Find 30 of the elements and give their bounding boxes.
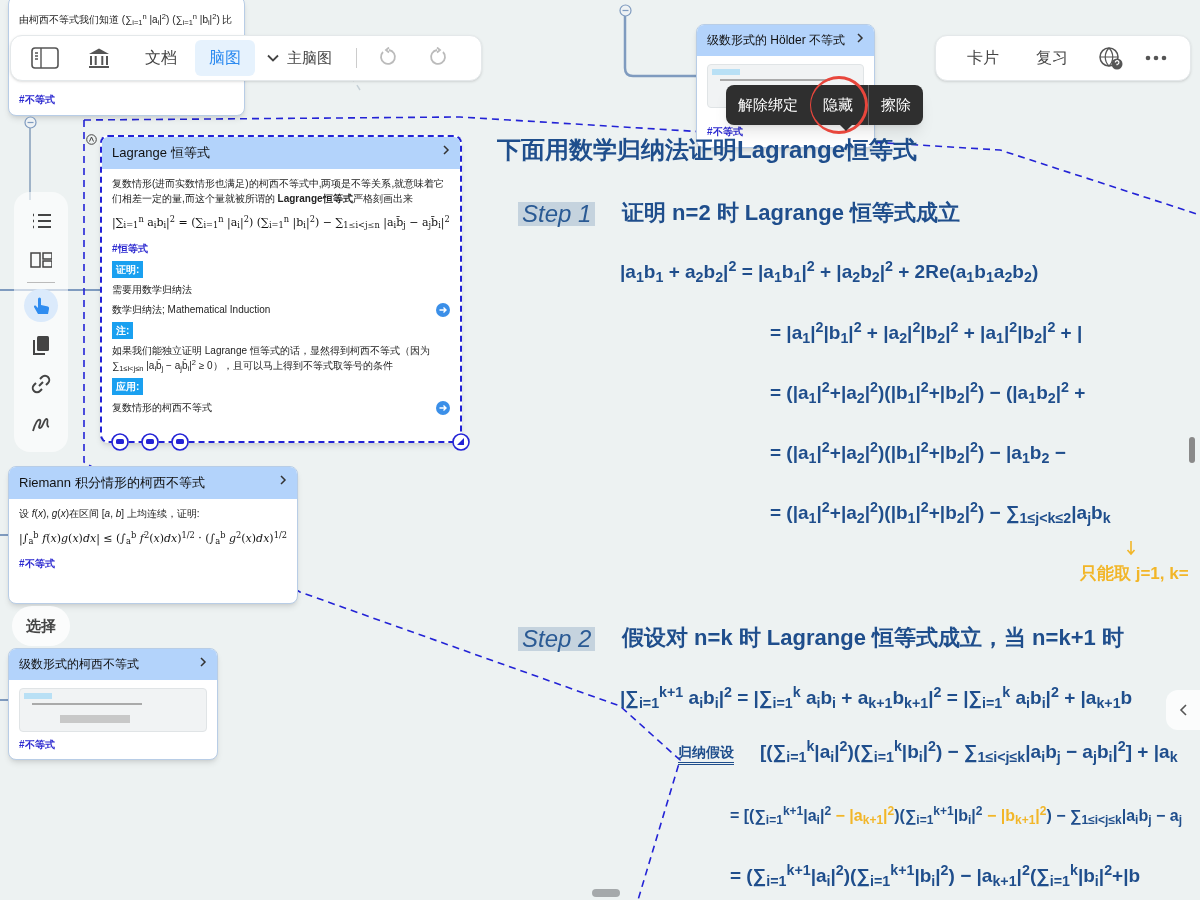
handwritten-formula: = |a$_{1}$|$^{2}$|b$_{1}$|$^{2}$ + |a$_{2}$|$^{2}$|b$_{2}$|$^{2}$ + |a$_{1}$|$^{2}$|b$_{2}$|$^{2}$ + | (770, 323, 1083, 342)
handwritten-note: 只能取 j=1, k= (1080, 565, 1189, 582)
handwritten-formula: = (|a$_{1}$|$^{2}$+|a$_{2}$|$^{2}$)(|b$_{1}$|$^{2}$+|b$_{2}$|$^{2}$) − |a$_{1}$b$_{2}$ − (770, 443, 1066, 462)
tool-tooltip: 选择 (12, 606, 70, 646)
card-title: Lagrange 恒等式 (112, 145, 210, 162)
card-title: 级数形式的柯西不等式 (19, 657, 139, 672)
handwritten-formula: = (|a$_{1}$|$^{2}$+|a$_{2}$|$^{2}$)(|b$_{1}$|$^{2}$+|b$_{2}$|$^{2}$) − (|a$_{1}$b$_{2}$|$^{2}$ + (770, 383, 1086, 402)
card-paragraph: 需要用数学归纳法 (112, 282, 193, 297)
step-label: Step 1 (518, 202, 596, 226)
card-paragraph: 复数情形(进而实数情形也满足)的柯西不等式中,两项是不等关系,就意味着它们相差一定的量,而这个量就被所谓的 Lagrange恒等式严格刻画出来 (112, 177, 446, 206)
handwritten-heading: 下面用数学归纳法证明Lagrange恒等式 (497, 138, 918, 162)
section-heading: 证明: (112, 260, 144, 278)
card-paragraph: 复数情形的柯西不等式 (112, 401, 212, 416)
handwritten-formula: |∑$_{i=1}$$^{k+1}$ a$_{i}$b$_{i}$|$^{2}$ = |∑$_{i=1}$$^{k}$ a$_{i}$b$_{i}$ + a$_{k+1}$b$_{k+1}$|$^{2}$ = |∑$_{i=1}$$^{k}$ a$_{i}$b$_{i}$|$^{2}$ + |a$_{k+1}$b (620, 688, 1133, 707)
step-label: Step 2 (518, 627, 596, 651)
card-title: 级数形式的 Hölder 不等式 (707, 33, 846, 48)
card-paragraph: 数学归纳法; Mathematical Induction (112, 303, 271, 318)
handwritten-label: 归纳假设 (678, 744, 734, 765)
card-paragraph: 如果我们能独立证明 Lagrange 恒等式的话，显然得到柯西不等式（因为 ∑$_{1≤i<j≤n}$ |a$_{i}$b̄$_{j}$ − a$_{j}$b̄$_{i}$|$^{2}$ ≥ 0），且可以马上得到不等式取等号的条件 (112, 344, 431, 374)
handwritten-note: 证明 n=2 时 Lagrange 恒等式成立 (622, 202, 960, 224)
handwritten-formula: |a$_{1}$b$_{1}$ + a$_{2}$b$_{2}$|$^{2}$ = |a$_{1}$b$_{1}$|$^{2}$ + |a$_{2}$b$_{2}$|$^{2}$ + 2Re(a$_{1}$b$_{1}$a$_{2}$b$_{2}$) (620, 262, 1039, 281)
card-paragraph: 设 f(x), g(x)在区间 [a, b] 上均连续，证明: (19, 507, 201, 522)
handwritten-note: 假设对 n=k 时 Lagrange 恒等式成立，当 n=k+1 时 (622, 627, 1124, 649)
handwritten-formula: = (∑$_{i=1}$$^{k+1}$|a$_{i}$|$^{2}$)(∑$_{i=1}$$^{k+1}$|b$_{i}$|$^{2}$) − |a$_{k+1}$|$^{2}$(∑$_{i=1}$$^{k}$|b$_{i}$|$^{2}$+|b (730, 866, 1141, 885)
card-paragraph: 由柯西不等式我们知道 (∑$_{i=1}$$^{n}$ |a$_{i}$|$^{2}$) (∑$_{i=1}$$^{n}$ |b$_{i}$|$^{2}$) 比 (19, 13, 234, 28)
math-formula: |∑$_{i=1}$$^{n}$ a$_{i}$b$_{i}$|$^{2}$ = (∑$_{i=1}$$^{n}$ |a$_{i}$|$^{2}$) (∑$_{i=1}$$^{n}$ |b$_{i}$|$^{2}$) − ∑$_{1≤i<j≤n}$ |a$_{i}$b̄$_{j}$ − a$_{j}$b̄$_{i}$|$^{2}$ (112, 213, 450, 233)
section-heading: 应用: (112, 378, 144, 396)
card-title: Riemann 积分情形的柯西不等式 (19, 475, 205, 492)
section-heading: 注: (112, 322, 134, 340)
math-formula: |∫$_{a}$$^{b}$ f(x)g(x)dx| ≤ (∫$_{a}$$^{b}$ f$^{2}$(x)dx)$^{1/2}$ · (∫$_{a}$$^{b}$ g$^{2}$(x)dx)$^{1/2}$ (19, 528, 287, 548)
